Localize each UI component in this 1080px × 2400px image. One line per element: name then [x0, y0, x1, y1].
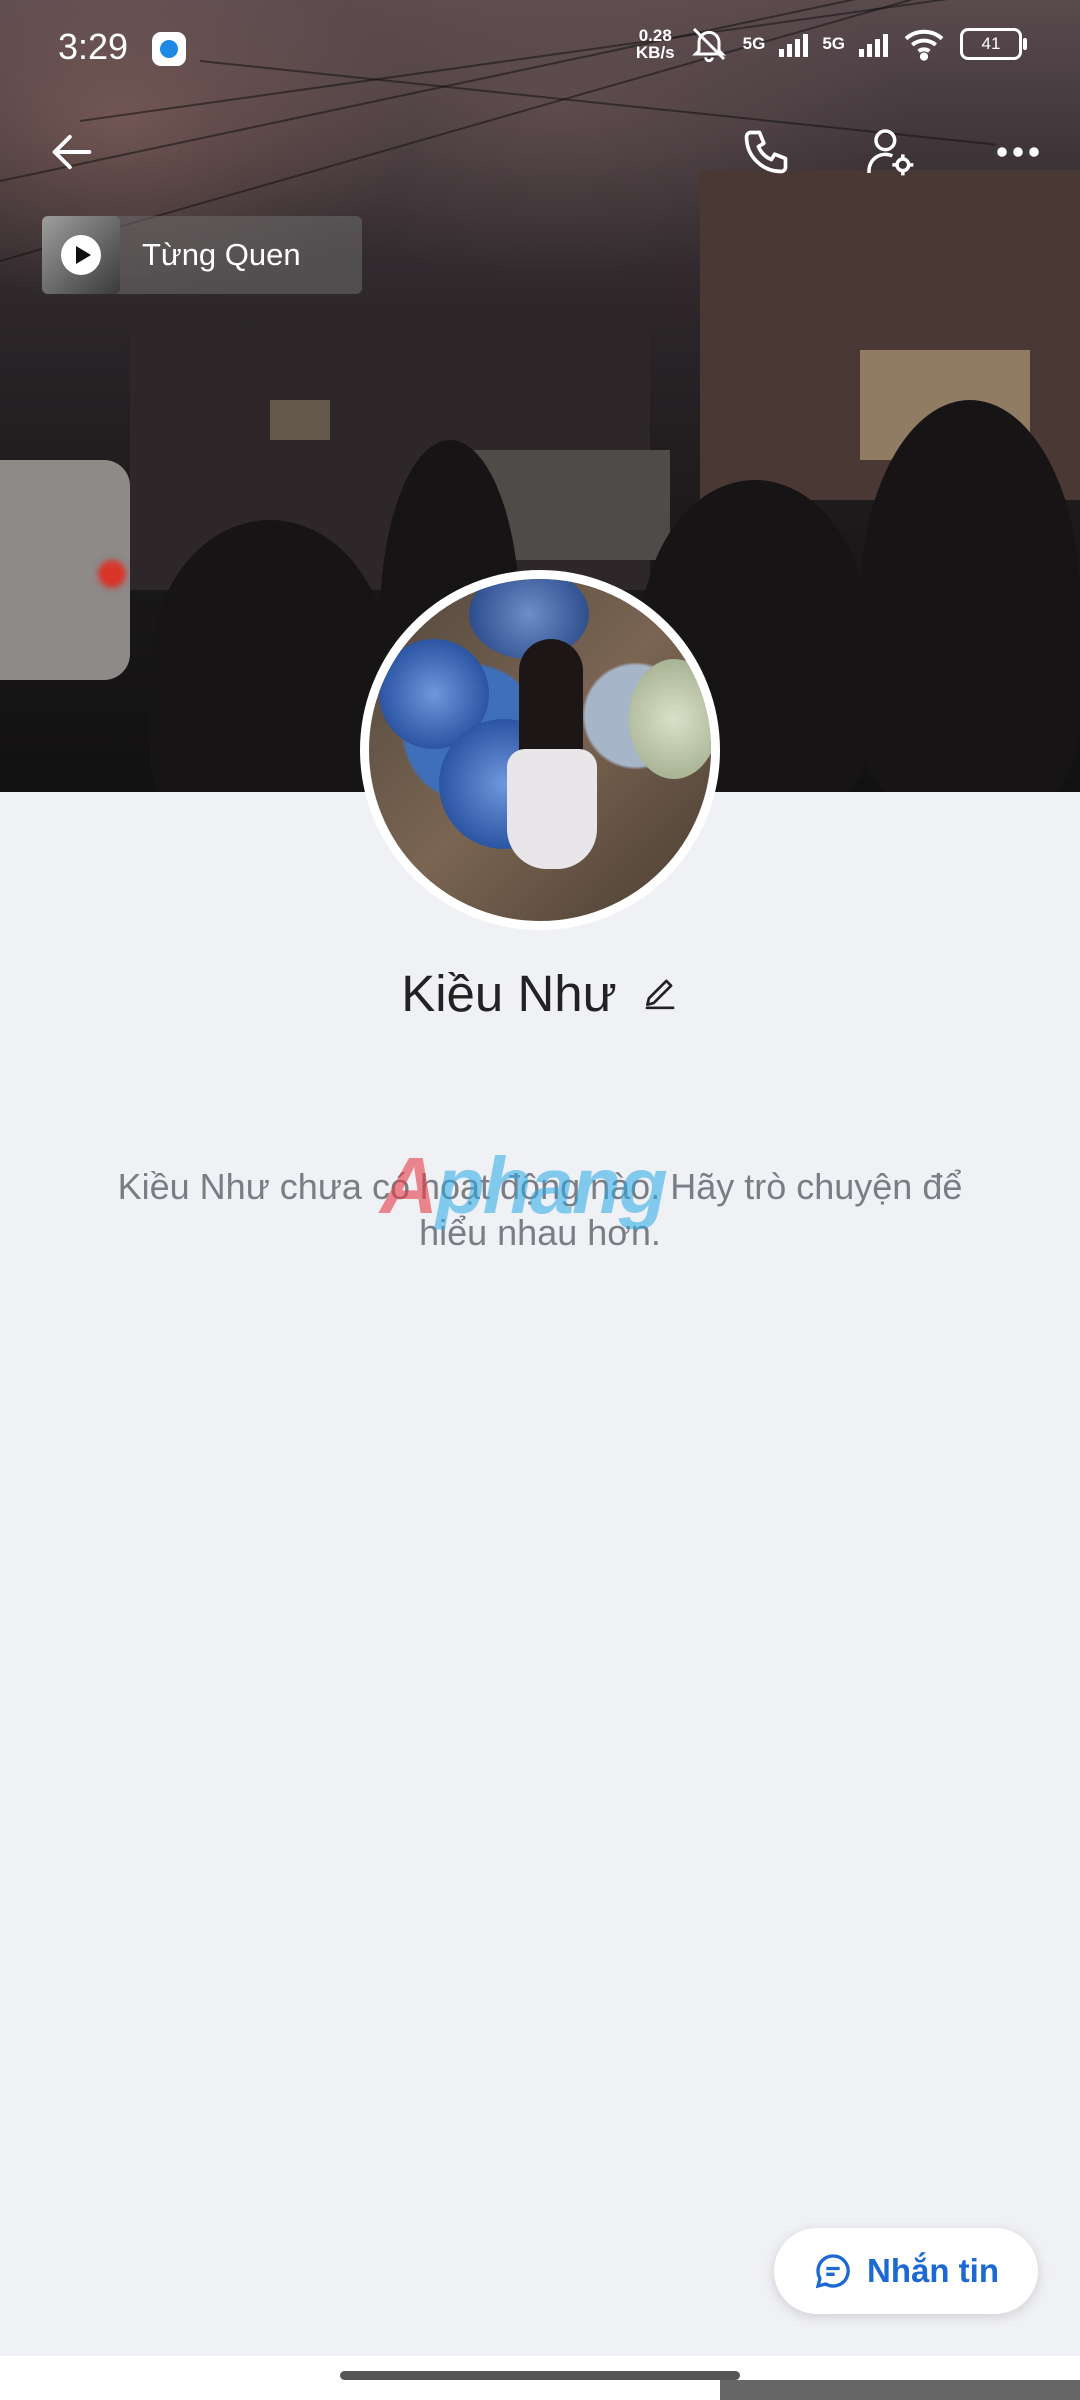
edit-name-button[interactable]: [641, 964, 679, 1023]
play-icon: [61, 235, 101, 275]
pencil-icon: [645, 979, 675, 1010]
profile-settings-button[interactable]: [854, 116, 926, 188]
wifi-icon: [904, 29, 944, 61]
status-time: 3:29: [58, 26, 129, 67]
arrow-left-icon: [52, 134, 92, 170]
phone-icon: [744, 130, 788, 174]
signal-icon: [779, 31, 809, 57]
profile-music-chip[interactable]: Từng Quen: [42, 216, 362, 294]
signal-icon: [859, 31, 888, 57]
network-speed: 0.28 KB/s: [635, 26, 675, 62]
chat-bubble-icon: [815, 2254, 850, 2289]
app-notification-icon: [152, 32, 186, 66]
more-horizontal-icon: [997, 147, 1039, 157]
send-message-button[interactable]: Nhắn tin: [774, 2228, 1038, 2314]
user-settings-icon: [867, 129, 914, 176]
bottom-corner-strip: [720, 2380, 1080, 2400]
music-title: Từng Quen: [142, 237, 301, 272]
status-icons: 0.28 KB/s 5G 5G 41: [635, 24, 1027, 64]
send-message-label: Nhắn tin: [867, 2252, 999, 2289]
watermark-logo: Aphang: [380, 1141, 668, 1230]
back-button[interactable]: [36, 116, 108, 188]
network-type-2: 5G: [822, 34, 845, 53]
bell-off-icon: [691, 27, 726, 63]
battery-indicator: 41: [960, 28, 1027, 60]
more-options-button[interactable]: [982, 116, 1054, 188]
home-indicator[interactable]: [340, 2371, 740, 2380]
profile-name: Kiều Như: [401, 965, 617, 1022]
profile-avatar[interactable]: [360, 570, 720, 930]
network-type-1: 5G: [742, 34, 766, 53]
call-button[interactable]: [730, 116, 802, 188]
music-thumbnail: [42, 216, 120, 294]
profile-name-row: Kiều Như: [0, 964, 1080, 1023]
